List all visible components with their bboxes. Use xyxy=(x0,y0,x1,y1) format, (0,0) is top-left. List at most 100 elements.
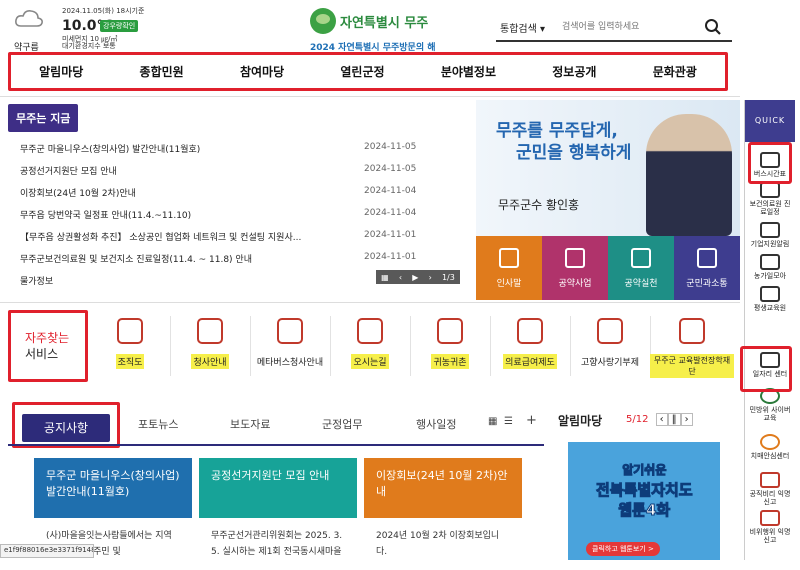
mayor-banner[interactable]: 무주를 무주답게, 군민을 행복하게 무주군수 황인홍 인사말 공약사업 공약실… xyxy=(476,100,740,300)
site-logo[interactable]: 자연특별시 무주 2024 자연특별시 무주방문의 해 xyxy=(300,4,500,53)
status-url: e1f9f88016e3e3371f91480 xyxy=(0,544,94,558)
rainfall-button[interactable]: 강우량확인 xyxy=(100,20,139,32)
service-office-guide[interactable]: 청사안내 xyxy=(170,312,250,384)
search-input[interactable] xyxy=(562,18,692,36)
card-body: 2024년 10월 2차 이장회보입니다. xyxy=(376,531,500,557)
banner-slogan-line-2: 군민을 행복하게 xyxy=(516,143,632,163)
weather-date: 2024.11.05(화) 18시기준 xyxy=(62,7,145,15)
graduation-cap-icon xyxy=(679,318,705,344)
tab-press-release[interactable]: 보도자료 xyxy=(230,416,270,432)
quick-item-dementia[interactable]: 치매안심센터 xyxy=(747,434,793,460)
news-date: 2024-11-01 xyxy=(364,230,417,240)
pledge-practice-tile[interactable]: 공약실천 xyxy=(608,236,674,300)
quick-label: 민방위 사이버교육 xyxy=(749,406,791,422)
panel-counter: 5/12 ‹ ‖ › xyxy=(626,413,693,426)
webtoon-poster[interactable]: 알기쉬운 전북특별자치도 웹툰4화 클릭하고 웹툰보기 > xyxy=(568,442,720,560)
notice-card[interactable]: 공정선거지원단 모집 안내 무주군선거관리위원회는 2025. 3. 5. 실시… xyxy=(199,458,357,560)
news-title: 【무주읍 상권활성화 추진】 소상공인 협업화 네트워크 및 컨설팅 지원사..… xyxy=(20,233,302,243)
service-hometown-donation[interactable]: 고향사랑기부제 xyxy=(570,312,650,384)
heart-icon xyxy=(597,318,623,344)
next-button[interactable]: › xyxy=(680,413,693,426)
tab-event-schedule[interactable]: 행사일정 xyxy=(416,416,456,432)
service-label: 오시는길 xyxy=(351,354,389,369)
logo-icon xyxy=(310,8,336,34)
building-icon xyxy=(197,318,223,344)
more-plus-icon[interactable]: + xyxy=(526,413,537,428)
pause-button[interactable]: ‖ xyxy=(667,413,681,426)
play-icon[interactable]: ▶ xyxy=(412,273,418,282)
quick-item-corruption[interactable]: 공직비리 익명신고 xyxy=(747,472,793,506)
checkbox-icon xyxy=(631,248,651,268)
bus-highlight xyxy=(748,142,792,184)
sprout-icon xyxy=(437,318,463,344)
quick-label: 농가일모아 xyxy=(753,272,787,280)
prev-button[interactable]: ‹ xyxy=(655,413,668,426)
notice-card[interactable]: 이장회보(24년 10월 2차)안내 2024년 10월 2차 이장회보입니다. xyxy=(364,458,522,560)
report-icon xyxy=(760,510,780,526)
cloud-icon xyxy=(15,10,43,27)
panel-counter-value: 5/12 xyxy=(626,414,649,425)
mayor-name: 무주군수 황인홍 xyxy=(498,198,580,212)
service-metaverse[interactable]: 메타버스청사안내 xyxy=(250,312,330,384)
quick-item-business[interactable]: 기업지원알림 xyxy=(747,222,793,248)
cube-icon xyxy=(277,318,303,344)
service-return-farming[interactable]: 귀농귀촌 xyxy=(410,312,490,384)
webtoon-button[interactable]: 클릭하고 웹툰보기 > xyxy=(586,542,660,556)
news-title: 무주군 마을니우스(창의사업) 발간안내(11월호) xyxy=(20,145,201,155)
hospital-icon xyxy=(760,182,780,198)
hand-plant-icon xyxy=(760,254,780,270)
nav-item-civil[interactable]: 종합민원 xyxy=(140,63,184,80)
service-org-chart[interactable]: 조직도 xyxy=(90,312,170,384)
main-nav: 알림마당 종합민원 참여마당 열린군정 분야별정보 정보공개 문화관광 xyxy=(8,52,728,91)
section-divider xyxy=(0,302,740,303)
service-scholarship[interactable]: 무주군 교육발전장학재단 xyxy=(650,312,734,384)
quick-item-misconduct[interactable]: 비위행위 익명신고 xyxy=(747,510,793,544)
envelope-icon xyxy=(499,248,519,268)
nav-item-open-admin[interactable]: 열린군정 xyxy=(340,63,384,80)
search-bar: 통합검색 ▾ xyxy=(496,14,732,42)
quick-item-civil-defense[interactable]: 민방위 사이버교육 xyxy=(747,388,793,422)
nav-item-notice[interactable]: 알림마당 xyxy=(39,63,83,80)
services-title-a: 자주찾는 xyxy=(25,331,70,345)
search-scope-label: 통합검색 xyxy=(500,24,537,35)
communication-tile[interactable]: 군민과소통 xyxy=(674,236,740,300)
grid-view-icon[interactable]: ▦ xyxy=(488,416,497,427)
banner-slider-controls: ▦ ‹ ▶ › 1/3 xyxy=(376,270,460,284)
news-title: 공정선거지원단 모집 안내 xyxy=(20,167,117,177)
list-view-icon[interactable]: ☰ xyxy=(504,416,513,427)
news-date: 2024-11-05 xyxy=(364,164,417,174)
grid-icon[interactable]: ▦ xyxy=(381,273,389,282)
quick-item-education[interactable]: 평생교육원 xyxy=(747,286,793,312)
prev-icon[interactable]: ‹ xyxy=(399,273,402,282)
mayor-photo xyxy=(646,114,732,236)
greeting-tile[interactable]: 인사말 xyxy=(476,236,542,300)
card-title: 무주군 마을니우스(창의사업) 발간안내(11월호) xyxy=(34,458,192,518)
poster-line-3: 웹툰4화 xyxy=(618,501,671,520)
pledge-tile[interactable]: 공약사업 xyxy=(542,236,608,300)
tile-label: 군민과소통 xyxy=(686,279,728,289)
tab-photo-news[interactable]: 포토뉴스 xyxy=(138,416,178,432)
quick-item-health[interactable]: 보건의료원 진료일정 xyxy=(747,182,793,216)
tab-admin-work[interactable]: 군정업무 xyxy=(322,416,362,432)
nav-item-info-disclosure[interactable]: 정보공개 xyxy=(552,63,596,80)
search-icon[interactable] xyxy=(704,18,722,36)
poster-line-1: 알기쉬운 xyxy=(622,463,667,478)
news-date: 2024-11-04 xyxy=(364,186,417,196)
banner-slogan: 무주를 무주답게, 군민을 행복하게 xyxy=(496,120,631,164)
nav-item-field-info[interactable]: 분야별정보 xyxy=(441,63,496,80)
service-directions[interactable]: 오시는길 xyxy=(330,312,410,384)
search-scope-select[interactable]: 통합검색 ▾ xyxy=(500,20,545,35)
quick-item-farm[interactable]: 농가일모아 xyxy=(747,254,793,280)
next-icon[interactable]: › xyxy=(429,273,432,282)
nav-item-culture-tour[interactable]: 문화관광 xyxy=(653,63,697,80)
quick-label: 비위행위 익명신고 xyxy=(749,528,791,544)
poster-line-2: 전북특별자치도 xyxy=(596,481,694,500)
service-medical-aid[interactable]: 의료급여제도 xyxy=(490,312,570,384)
nav-item-participation[interactable]: 참여마당 xyxy=(240,63,284,80)
card-title: 공정선거지원단 모집 안내 xyxy=(199,458,357,518)
news-date: 2024-11-04 xyxy=(364,208,417,218)
tab-notice[interactable]: 공지사항 xyxy=(22,414,110,442)
logo-name: 자연특별시 무주 xyxy=(340,16,429,31)
pen-icon xyxy=(760,286,780,302)
weather-widget[interactable]: 2024.11.05(화) 18시기준 10.0℃ 강우량확인 약구름 미세먼지… xyxy=(4,2,174,53)
